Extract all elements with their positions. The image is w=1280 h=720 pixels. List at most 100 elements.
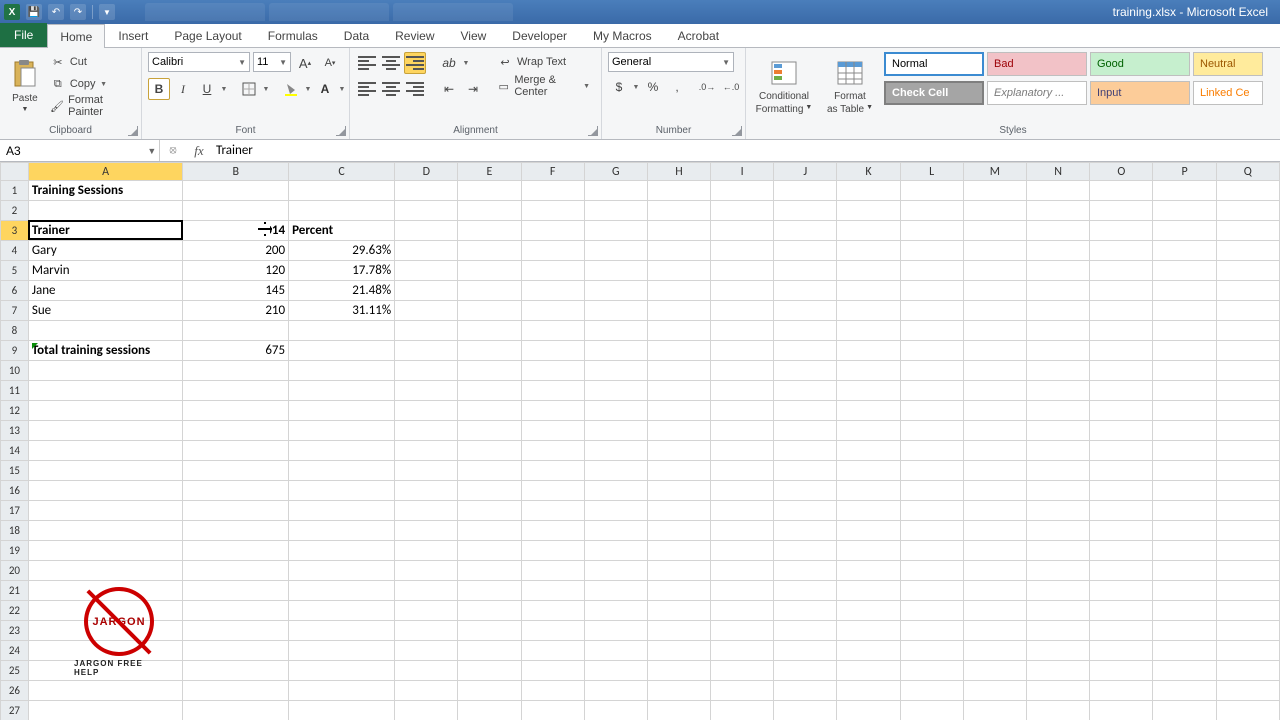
col-header-m[interactable]: M: [963, 163, 1026, 181]
cell[interactable]: [584, 541, 647, 561]
cell[interactable]: [395, 621, 458, 641]
cell[interactable]: [521, 521, 584, 541]
fx-icon[interactable]: fx: [186, 143, 212, 159]
chevron-down-icon[interactable]: ▼: [462, 52, 470, 74]
row-header-17[interactable]: 17: [1, 501, 29, 521]
cell[interactable]: [647, 421, 710, 441]
cell[interactable]: [774, 481, 837, 501]
cell[interactable]: [963, 661, 1026, 681]
accounting-format-button[interactable]: $: [608, 76, 630, 98]
cell[interactable]: [774, 641, 837, 661]
cell[interactable]: [837, 521, 900, 541]
style-normal[interactable]: Normal: [884, 52, 984, 76]
cell[interactable]: [395, 381, 458, 401]
cell[interactable]: [647, 621, 710, 641]
cell[interactable]: [183, 181, 289, 201]
cell[interactable]: [1216, 361, 1279, 381]
col-header-j[interactable]: J: [774, 163, 837, 181]
cell[interactable]: [837, 381, 900, 401]
style-linked-cell[interactable]: Linked Ce: [1193, 81, 1263, 105]
cell[interactable]: 200: [183, 241, 289, 261]
cell[interactable]: [521, 601, 584, 621]
style-neutral[interactable]: Neutral: [1193, 52, 1263, 76]
cell[interactable]: [458, 661, 521, 681]
cell[interactable]: [711, 421, 774, 441]
cell[interactable]: [647, 281, 710, 301]
align-center-button[interactable]: [380, 78, 402, 100]
cell[interactable]: [1090, 601, 1153, 621]
cell[interactable]: [1216, 201, 1279, 221]
cell[interactable]: [711, 261, 774, 281]
cell[interactable]: [1027, 661, 1090, 681]
cell[interactable]: [963, 601, 1026, 621]
tab-developer[interactable]: Developer: [499, 23, 580, 47]
row-header-16[interactable]: 16: [1, 481, 29, 501]
cell[interactable]: [774, 221, 837, 241]
cell[interactable]: [900, 461, 963, 481]
cell[interactable]: [1153, 241, 1216, 261]
cell[interactable]: [774, 501, 837, 521]
cell[interactable]: [1027, 421, 1090, 441]
cell[interactable]: [521, 421, 584, 441]
row-header-26[interactable]: 26: [1, 681, 29, 701]
cell[interactable]: [458, 361, 521, 381]
cell[interactable]: [1090, 181, 1153, 201]
cell[interactable]: [1153, 621, 1216, 641]
cell[interactable]: [1090, 321, 1153, 341]
font-color-button[interactable]: A: [314, 78, 336, 100]
cell[interactable]: [289, 401, 395, 421]
cell[interactable]: [963, 221, 1026, 241]
cell[interactable]: [521, 661, 584, 681]
cell[interactable]: [900, 301, 963, 321]
cell[interactable]: [183, 321, 289, 341]
cell[interactable]: [837, 241, 900, 261]
cell[interactable]: [1153, 201, 1216, 221]
cell[interactable]: [395, 501, 458, 521]
cell[interactable]: [395, 301, 458, 321]
row-header-6[interactable]: 6: [1, 281, 29, 301]
cell[interactable]: [774, 301, 837, 321]
cell[interactable]: [774, 401, 837, 421]
cell[interactable]: 17.78%: [289, 261, 395, 281]
cell[interactable]: [458, 221, 521, 241]
cell[interactable]: [584, 241, 647, 261]
formula-input[interactable]: [212, 143, 1280, 158]
cell[interactable]: [774, 681, 837, 701]
cell[interactable]: [837, 341, 900, 361]
cell[interactable]: [395, 521, 458, 541]
cell[interactable]: [1027, 621, 1090, 641]
cell[interactable]: [1027, 281, 1090, 301]
save-icon[interactable]: 💾: [26, 4, 42, 20]
chevron-down-icon[interactable]: ▼: [338, 78, 346, 100]
increase-indent-button[interactable]: ⇥: [462, 78, 484, 100]
cell[interactable]: [183, 501, 289, 521]
cell[interactable]: [900, 601, 963, 621]
cell[interactable]: [458, 281, 521, 301]
cell[interactable]: [1090, 361, 1153, 381]
cell[interactable]: [289, 361, 395, 381]
cell[interactable]: [28, 501, 183, 521]
cell[interactable]: [1153, 341, 1216, 361]
cell[interactable]: [521, 401, 584, 421]
cell[interactable]: [395, 461, 458, 481]
cell[interactable]: [837, 361, 900, 381]
cell[interactable]: [1216, 341, 1279, 361]
cell[interactable]: [28, 481, 183, 501]
cell[interactable]: [183, 661, 289, 681]
cell[interactable]: [458, 481, 521, 501]
cell[interactable]: [289, 481, 395, 501]
cell[interactable]: [395, 601, 458, 621]
cell[interactable]: [584, 201, 647, 221]
underline-button[interactable]: U: [196, 78, 218, 100]
cell[interactable]: [1153, 361, 1216, 381]
cell[interactable]: [183, 641, 289, 661]
cell[interactable]: [711, 601, 774, 621]
cell[interactable]: [1027, 201, 1090, 221]
cell[interactable]: [711, 681, 774, 701]
cell[interactable]: [1027, 701, 1090, 720]
cell[interactable]: 29.63%: [289, 241, 395, 261]
cell[interactable]: [1027, 521, 1090, 541]
cell[interactable]: [900, 241, 963, 261]
cell[interactable]: [584, 421, 647, 441]
cell[interactable]: [1090, 461, 1153, 481]
